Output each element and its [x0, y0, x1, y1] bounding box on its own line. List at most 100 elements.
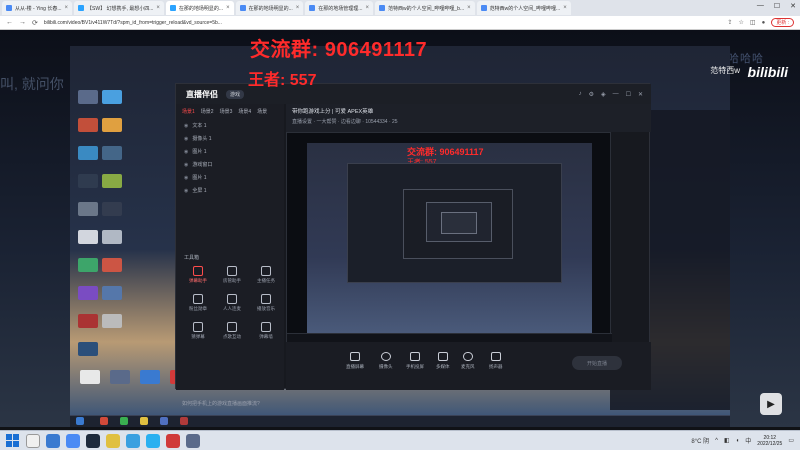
tab-scene-2[interactable]: 场景2	[201, 108, 214, 115]
close-icon[interactable]: ×	[156, 5, 160, 11]
taskbar-app-icon[interactable]	[126, 433, 140, 448]
network-icon[interactable]: ◧	[724, 437, 730, 444]
eye-icon[interactable]: ◉	[184, 175, 188, 181]
screen-capture-button[interactable]: 直播屏幕	[346, 352, 364, 370]
phone-cast-button[interactable]: 手机投屏	[406, 352, 424, 370]
eye-icon[interactable]: ◉	[184, 188, 188, 194]
speaker-button[interactable]: 扬声器	[489, 352, 503, 370]
windows-start-icon[interactable]	[4, 433, 20, 449]
chevron-up-icon[interactable]: ^	[715, 438, 718, 444]
bell-icon[interactable]: ♪	[579, 91, 582, 98]
link-icon	[227, 294, 237, 304]
taskbar-app-icon[interactable]	[46, 433, 60, 448]
room-info: 直播设置 · 一大帮赞 · 边看边聊 · 10544334 · 25	[292, 119, 398, 125]
source-row[interactable]: ◉ 摄像头 1	[176, 132, 284, 145]
mode-badge[interactable]: 游戏	[226, 89, 245, 99]
steam-icon[interactable]	[86, 433, 100, 448]
bilibili-app-icon[interactable]	[146, 433, 160, 448]
source-row[interactable]: ◉ 图片 1	[176, 145, 284, 158]
mobile-cast-hint[interactable]: 如何把手机上的游戏直播画面推流?	[182, 400, 260, 407]
share-icon[interactable]: ⇪	[728, 19, 733, 26]
browser-tab[interactable]: 范特西w的个人空间_哔哩哔哩_b... ×	[374, 1, 475, 15]
wall-icon	[261, 322, 271, 332]
stream-preview[interactable]: 交流群: 906491117 王者: 557	[286, 132, 612, 343]
url-field[interactable]: bilibili.com/video/BV1iv411W7Td/?spm_id_…	[44, 20, 722, 26]
source-row[interactable]: ◉ 文本 1	[176, 119, 284, 132]
toolbox-grid: 弹幕助手 房管助手 主播任务 粉丝勋章 人人连麦 播放音乐 猜弹幕 点歌互动 弹…	[182, 266, 282, 340]
weather-status[interactable]: 8°C 阴	[691, 436, 709, 445]
close-icon[interactable]: ×	[563, 5, 567, 11]
play-icon[interactable]: ▶	[760, 393, 782, 415]
tab-scene-1[interactable]: 场景1	[182, 108, 195, 115]
eye-icon[interactable]: ◉	[184, 149, 188, 155]
stream-video[interactable]: 叫, 就问你 哈哈哈哈哈哈哈哈哈哈哈哈 2x 中 安装的 013 kgqge 4…	[0, 30, 800, 427]
input-language[interactable]: 中	[745, 436, 751, 445]
source-row[interactable]: ◉ 游戏窗口	[176, 158, 284, 171]
forward-icon[interactable]: →	[19, 19, 26, 26]
minimize-icon[interactable]: —	[757, 2, 764, 10]
browser-tab[interactable]: 从从-楼 - Ying 长春... ×	[2, 1, 73, 15]
source-row[interactable]: ◉ 图片 1	[176, 171, 284, 184]
close-icon[interactable]: ×	[365, 5, 369, 11]
browser-tab[interactable]: 在那的地场明显的... ×	[235, 1, 304, 15]
eye-icon[interactable]: ◉	[184, 123, 188, 129]
clock[interactable]: 20:12 2022/12/25	[757, 435, 782, 447]
back-icon[interactable]: ←	[6, 19, 13, 26]
song-icon	[227, 322, 237, 332]
tab-scene-4[interactable]: 场景4	[238, 108, 251, 115]
volume-icon[interactable]: ◖	[736, 438, 740, 444]
close-icon[interactable]: ×	[226, 5, 230, 11]
tool-danmaku-assistant[interactable]: 弹幕助手	[182, 266, 214, 284]
media-button[interactable]: 多媒体	[436, 352, 450, 370]
desktop-app-icon	[102, 146, 122, 160]
reload-icon[interactable]: ⟳	[32, 19, 38, 27]
maximize-icon[interactable]: ☐	[774, 2, 780, 10]
tool-danmaku-wall[interactable]: 弹幕墙	[250, 322, 282, 340]
maximize-icon[interactable]: ☐	[626, 91, 631, 98]
search-icon[interactable]	[26, 433, 40, 448]
tab-favicon-icon	[6, 5, 12, 11]
close-window-icon[interactable]: ✕	[790, 2, 796, 10]
start-live-button[interactable]: 开始直播	[572, 356, 622, 370]
gift-icon[interactable]: ◈	[601, 91, 606, 98]
eye-icon[interactable]: ◉	[184, 136, 188, 142]
close-icon[interactable]: ×	[65, 5, 69, 11]
taskbar-app-icon[interactable]	[186, 433, 200, 448]
star-icon[interactable]: ☆	[739, 19, 744, 26]
close-icon[interactable]: ×	[296, 5, 300, 11]
browser-tab[interactable]: 范特西w的个人空间_哔哩哔哩... ×	[476, 1, 571, 15]
tool-room-admin[interactable]: 房管助手	[216, 266, 248, 284]
close-icon[interactable]: ×	[467, 5, 471, 11]
source-row[interactable]: ◉ 全屏 1	[176, 184, 284, 197]
profile-icon[interactable]: ●	[762, 20, 766, 26]
tool-tasks[interactable]: 主播任务	[250, 266, 282, 284]
tab-scene-5[interactable]: 场景	[257, 108, 267, 115]
tab-scene-3[interactable]: 场景3	[220, 108, 233, 115]
notification-icon[interactable]: ▭	[788, 437, 794, 444]
settings-icon[interactable]: ⚙	[589, 91, 594, 98]
eye-icon[interactable]: ◉	[184, 162, 188, 168]
browser-tab-active[interactable]: 在那的地场明显的... ×	[165, 1, 234, 15]
address-bar: ← → ⟳ bilibili.com/video/BV1iv411W7Td/?s…	[0, 16, 800, 30]
tool-voice-link[interactable]: 人人连麦	[216, 294, 248, 312]
taskbar-app-icon[interactable]	[166, 433, 180, 448]
desktop-app-icon	[78, 202, 98, 216]
tool-music[interactable]: 播放音乐	[250, 294, 282, 312]
close-icon[interactable]: ✕	[638, 91, 643, 98]
camera-button[interactable]: 摄像头	[379, 352, 393, 370]
tool-fan-medal[interactable]: 粉丝勋章	[182, 294, 214, 312]
extensions-icon[interactable]: ◫	[750, 19, 756, 26]
room-title[interactable]: 带你跑游戏上分 | 可爱 APEX英雄	[292, 107, 373, 115]
folder-icon[interactable]	[106, 433, 120, 448]
background-text: 叫, 就问你	[0, 76, 64, 92]
minimize-icon[interactable]: —	[613, 91, 619, 98]
desktop-app-icon	[102, 314, 122, 328]
tool-song-request[interactable]: 点歌互动	[216, 322, 248, 340]
microphone-button[interactable]: 麦克风	[461, 352, 475, 370]
chrome-icon[interactable]	[66, 433, 80, 448]
browser-tab[interactable]: 在那的地场管理理... ×	[305, 1, 373, 15]
browser-tab[interactable]: 【SW】 幻想携手, 最想小四... ×	[74, 1, 164, 15]
admin-icon	[227, 266, 237, 276]
update-button[interactable]: 更新 :	[771, 18, 794, 27]
tool-guess[interactable]: 猜弹幕	[182, 322, 214, 340]
